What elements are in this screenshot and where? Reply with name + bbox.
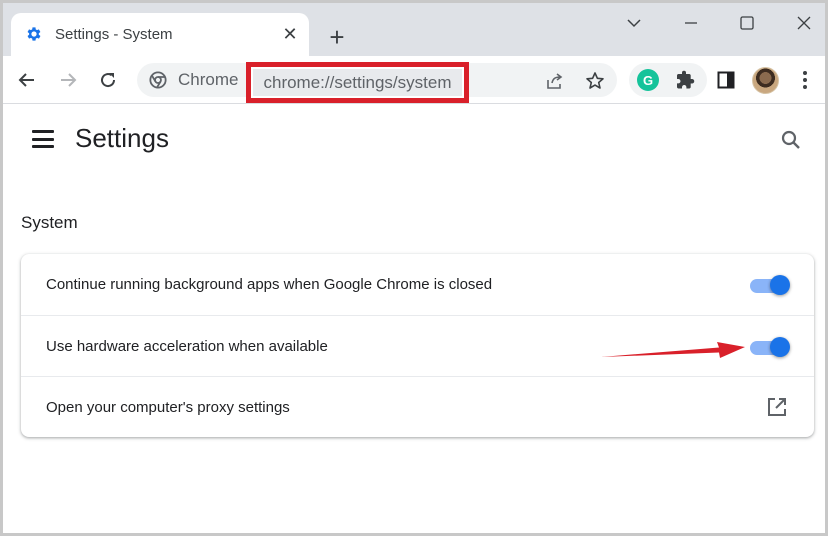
setting-label: Open your computer's proxy settings bbox=[46, 399, 290, 416]
menu-button[interactable] bbox=[794, 69, 816, 91]
arrow-right-icon bbox=[61, 73, 77, 87]
hardware-acceleration-toggle[interactable] bbox=[750, 336, 790, 358]
setting-row-proxy[interactable]: Open your computer's proxy settings bbox=[21, 376, 814, 437]
background-apps-toggle[interactable] bbox=[750, 274, 790, 296]
side-panel-button[interactable] bbox=[715, 69, 737, 91]
arrow-left-icon bbox=[18, 73, 34, 87]
address-highlight-box: chrome://settings/system bbox=[246, 62, 469, 103]
reload-button[interactable] bbox=[94, 66, 122, 94]
annotation-arrow bbox=[601, 342, 745, 358]
close-icon bbox=[797, 16, 811, 30]
setting-label: Use hardware acceleration when available bbox=[46, 338, 328, 355]
browser-window: Settings - System ✕ + Chrome G Settings … bbox=[0, 0, 828, 536]
share-button[interactable] bbox=[545, 71, 565, 91]
back-button[interactable] bbox=[13, 66, 41, 94]
forward-button[interactable] bbox=[54, 66, 82, 94]
side-panel-icon bbox=[717, 71, 735, 89]
reload-icon bbox=[101, 73, 116, 88]
star-icon bbox=[586, 72, 604, 89]
section-title: System bbox=[21, 213, 78, 232]
maximize-icon bbox=[740, 16, 754, 30]
new-tab-button[interactable]: + bbox=[323, 22, 351, 52]
tab-search-button[interactable] bbox=[619, 11, 649, 35]
external-link-icon[interactable] bbox=[766, 396, 788, 418]
extensions-group: G bbox=[629, 63, 707, 97]
bookmark-button[interactable] bbox=[585, 71, 605, 91]
gear-icon bbox=[27, 27, 41, 41]
chevron-down-icon bbox=[627, 19, 641, 28]
tab-close-button[interactable]: ✕ bbox=[279, 23, 301, 45]
more-vertical-icon bbox=[803, 71, 807, 89]
tab-title: Settings - System bbox=[55, 26, 173, 43]
omnibox-chip-label: Chrome bbox=[178, 70, 239, 89]
maximize-button[interactable] bbox=[732, 11, 762, 35]
url-text[interactable]: chrome://settings/system bbox=[253, 69, 462, 96]
avatar[interactable] bbox=[752, 67, 779, 94]
setting-label: Continue running background apps when Go… bbox=[46, 276, 493, 293]
setting-row-background-apps[interactable]: Continue running background apps when Go… bbox=[21, 254, 814, 315]
chrome-logo-icon bbox=[149, 71, 167, 89]
tab-strip: Settings - System ✕ + bbox=[3, 3, 825, 56]
close-window-button[interactable] bbox=[789, 11, 819, 35]
page-title: Settings bbox=[75, 123, 169, 153]
minimize-icon bbox=[685, 22, 697, 24]
share-icon bbox=[547, 73, 563, 89]
minimize-button[interactable] bbox=[676, 11, 706, 35]
puzzle-icon[interactable] bbox=[675, 70, 695, 90]
grammarly-extension-icon[interactable]: G bbox=[637, 69, 659, 91]
search-icon[interactable] bbox=[779, 128, 803, 152]
menu-icon[interactable] bbox=[32, 130, 54, 148]
tab-settings-system[interactable]: Settings - System ✕ bbox=[11, 13, 309, 56]
